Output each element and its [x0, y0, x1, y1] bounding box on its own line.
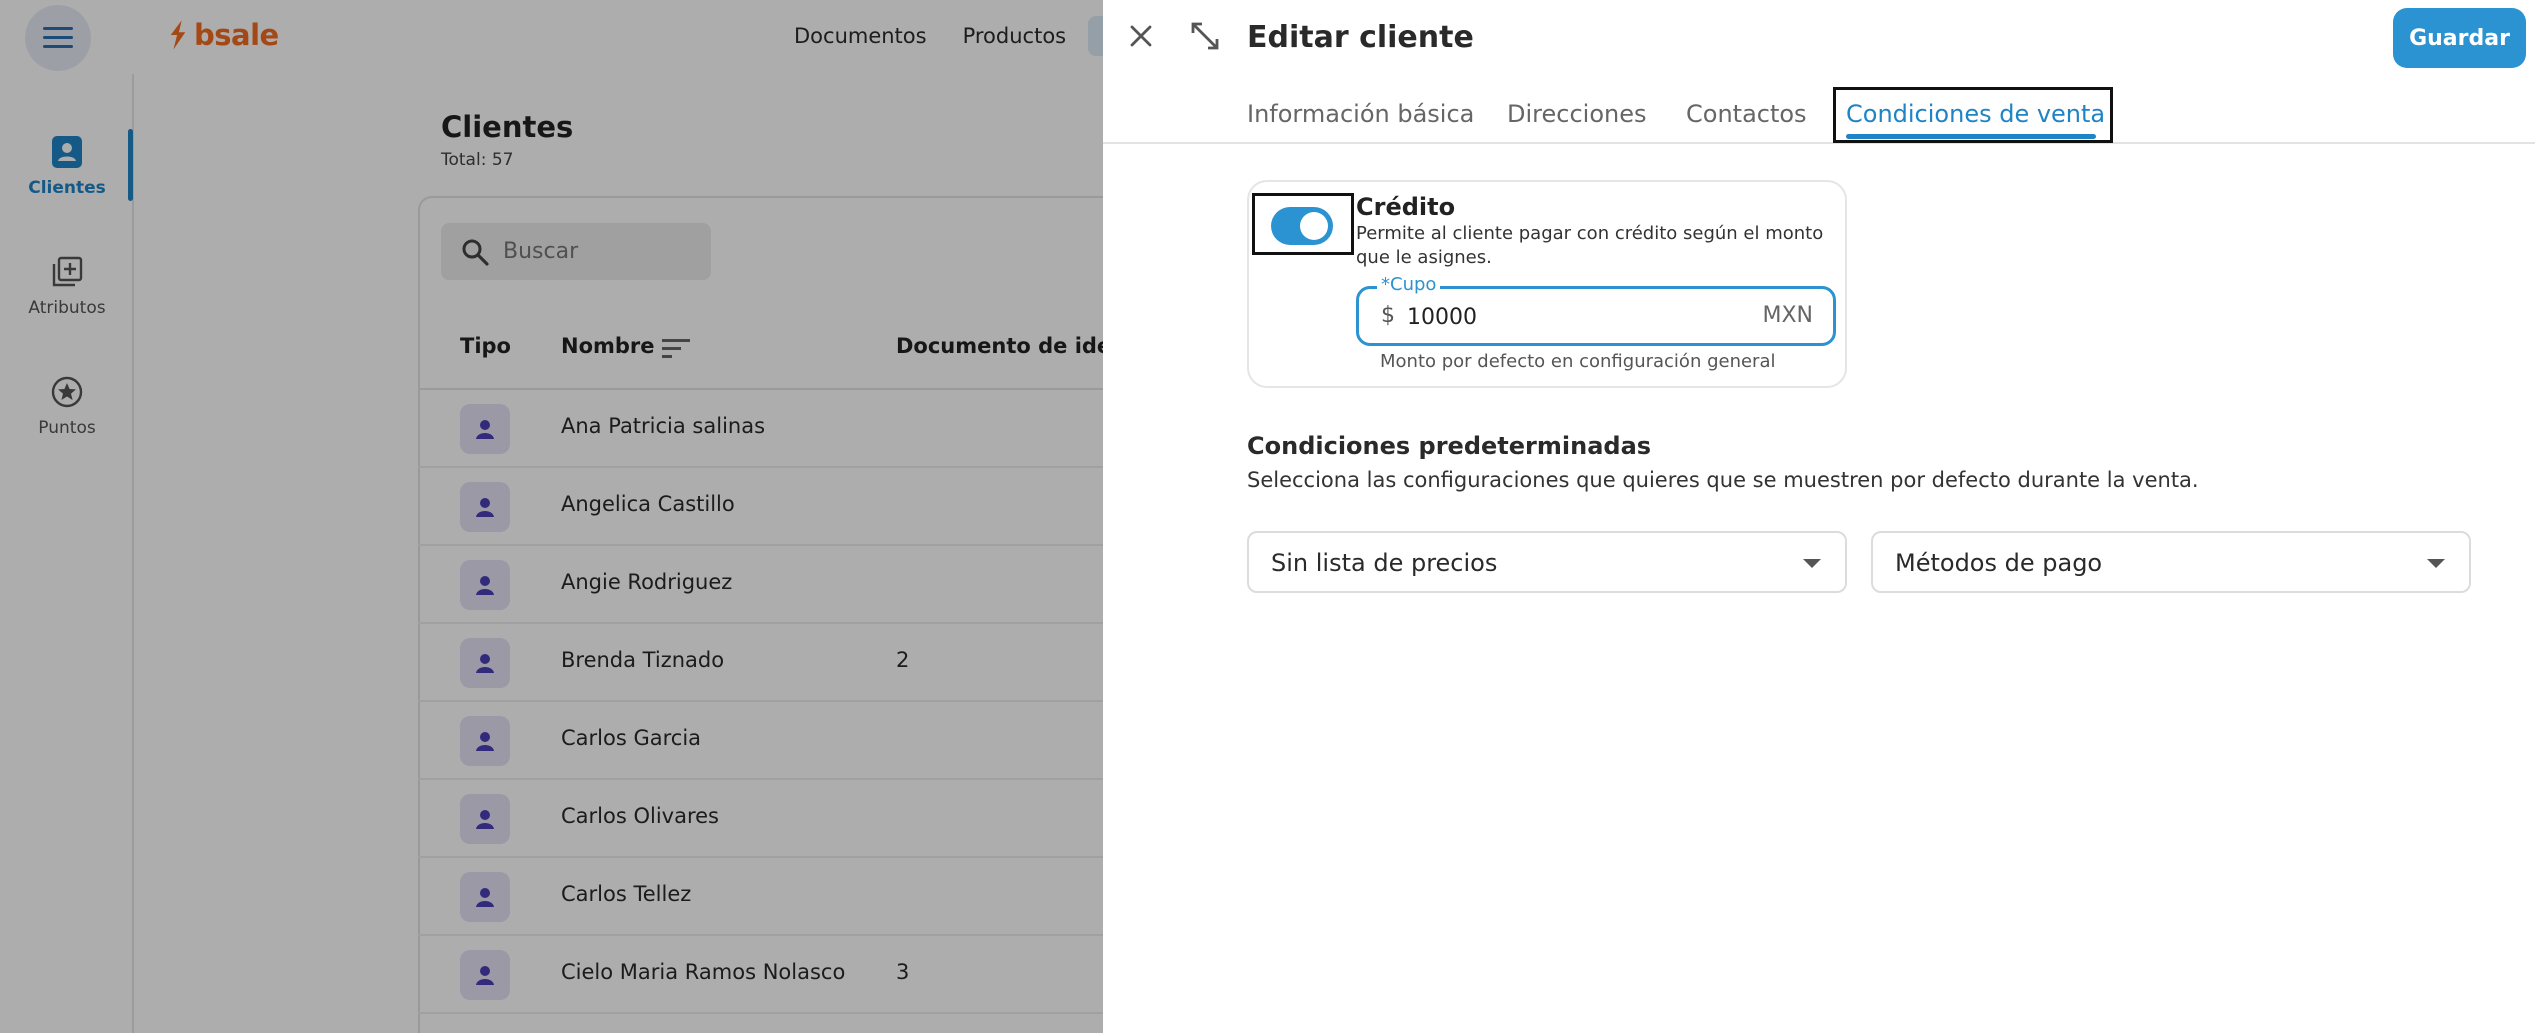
currency-symbol: $	[1381, 303, 1395, 328]
modal-backdrop[interactable]	[0, 0, 1103, 1033]
tab-informacion-basica[interactable]: Información básica	[1247, 100, 1474, 128]
cupo-field[interactable]: *Cupo $ MXN	[1356, 274, 1836, 346]
credit-toggle[interactable]	[1271, 207, 1333, 245]
default-conditions-description: Selecciona las configuraciones que quier…	[1247, 468, 2199, 492]
tab-direcciones[interactable]: Direcciones	[1507, 100, 1646, 128]
drawer-tabs: Información básica Direcciones Contactos…	[1103, 87, 2535, 144]
close-icon	[1130, 25, 1152, 47]
currency-code: MXN	[1762, 303, 1813, 328]
drawer-title: Editar cliente	[1247, 20, 1474, 55]
price-list-select[interactable]: Sin lista de precios	[1247, 531, 1847, 593]
cupo-input[interactable]	[1407, 299, 1707, 335]
tab-contactos[interactable]: Contactos	[1686, 100, 1807, 128]
default-conditions-title: Condiciones predeterminadas	[1247, 432, 1652, 460]
toggle-knob	[1300, 212, 1328, 240]
expand-icon	[1191, 22, 1219, 50]
dropdown-arrow-icon	[1803, 559, 1821, 568]
tab-focus-outline	[1833, 87, 2113, 143]
cupo-helper-text: Monto por defecto en configuración gener…	[1380, 351, 1776, 372]
credit-title: Crédito	[1356, 193, 1456, 221]
payment-methods-select[interactable]: Métodos de pago	[1871, 531, 2471, 593]
expand-button[interactable]	[1187, 18, 1223, 54]
credit-description: Permite al cliente pagar con crédito seg…	[1356, 223, 1824, 268]
cupo-label: *Cupo	[1377, 274, 1441, 295]
payment-methods-value: Métodos de pago	[1895, 549, 2103, 577]
edit-client-drawer: Editar cliente Guardar Información básic…	[1103, 0, 2535, 1033]
price-list-value: Sin lista de precios	[1271, 549, 1498, 577]
save-button[interactable]: Guardar	[2393, 8, 2526, 68]
dropdown-arrow-icon	[2427, 559, 2445, 568]
close-button[interactable]	[1123, 18, 1159, 54]
